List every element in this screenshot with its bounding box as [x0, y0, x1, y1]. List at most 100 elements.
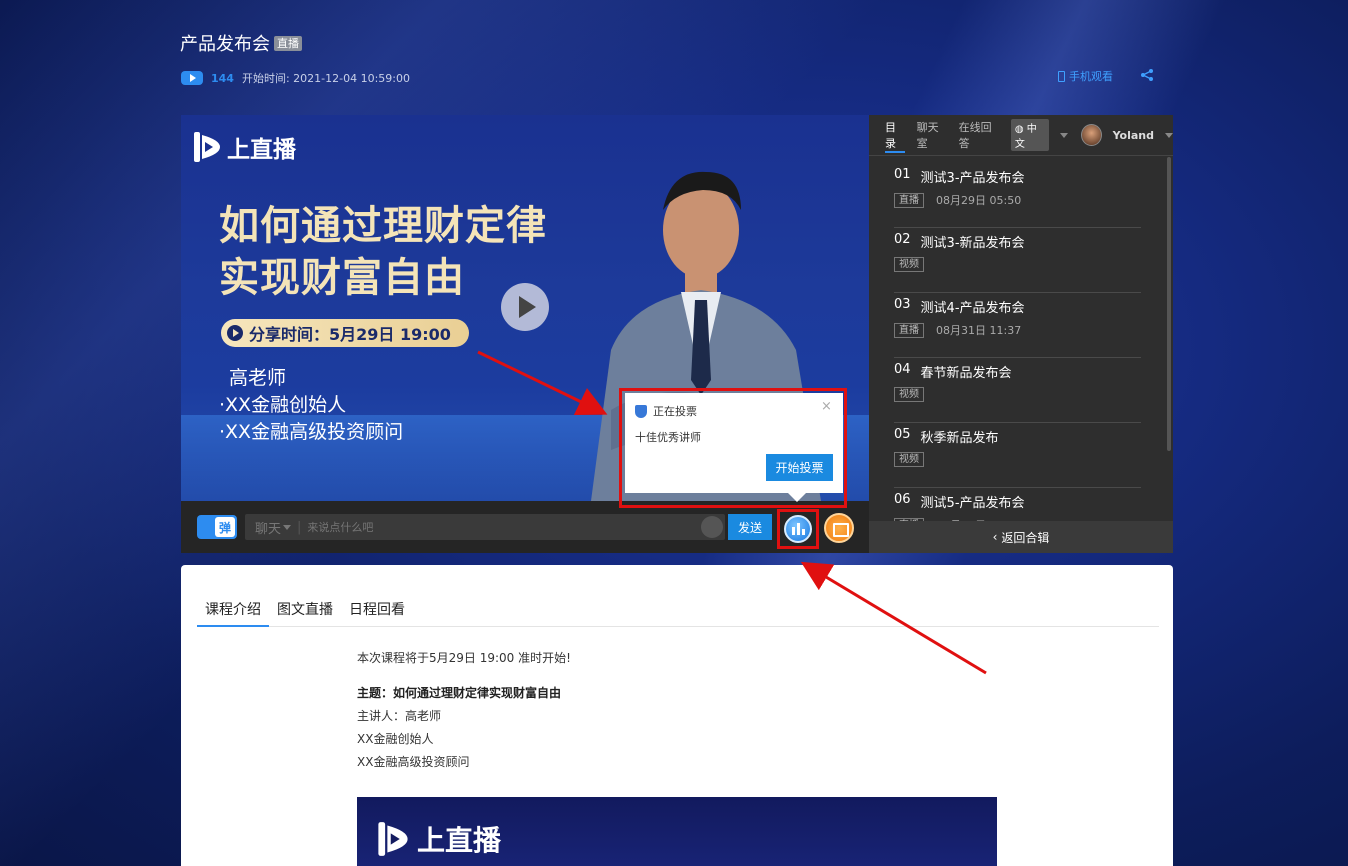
user-name[interactable]: Yoland: [1113, 129, 1154, 142]
language-label: 中文: [1014, 124, 1037, 150]
side-panel: 目录 聊天室 在线回答 ◍ 中文 Yoland 01 测试3-产品发布会 直播 08…: [869, 115, 1173, 553]
chat-input[interactable]: [307, 520, 668, 534]
mobile-watch-link[interactable]: 手机观看: [1058, 68, 1113, 84]
mobile-watch-label: 手机观看: [1069, 70, 1113, 83]
item-number: 05: [894, 427, 911, 442]
tab-chatroom[interactable]: 聊天室: [917, 119, 948, 151]
chat-mode-select[interactable]: 聊天 |: [255, 518, 301, 537]
vote-topic: 十佳优秀讲师: [635, 431, 701, 444]
item-title: 测试3-新品发布会: [920, 236, 1025, 251]
player-control-bar: 弹 聊天 | 发送: [181, 501, 869, 553]
item-number: 06: [894, 492, 911, 507]
item-time: 08月31日 11:37: [936, 324, 1022, 337]
close-icon[interactable]: ×: [821, 399, 832, 414]
danmu-label: 弹: [215, 517, 235, 537]
catalog-list: 01 测试3-产品发布会 直播 08月29日 05:50 02 测试3-新品发布会 视…: [894, 163, 1141, 553]
content-card: 课程介绍 图文直播 日程回看 本次课程将于5月29日 19:00 准时开始! 主…: [181, 565, 1173, 866]
course-banner-image: 上直播: [357, 797, 997, 866]
catalog-item[interactable]: 04 春节新品发布会 视频: [894, 358, 1141, 423]
item-number: 03: [894, 297, 911, 312]
share-icon[interactable]: [1140, 69, 1154, 81]
course-description: 本次课程将于5月29日 19:00 准时开始! 主题：如何通过理财定律实现财富自…: [357, 647, 571, 774]
share-time: 分享时间：5月29日 19:00: [249, 325, 451, 344]
brand-name: 上直播: [227, 137, 296, 163]
video-play-icon: [181, 71, 203, 85]
item-number: 04: [894, 362, 911, 377]
divider: [869, 155, 1173, 156]
teacher-title2: ·XX金融高级投资顾问: [219, 421, 404, 443]
avatar[interactable]: [1080, 124, 1102, 146]
chevron-down-icon[interactable]: [1059, 132, 1068, 138]
teacher-title1: ·XX金融创始人: [219, 394, 347, 416]
banner-brand-name: 上直播: [417, 824, 502, 857]
vote-bar-icon: [791, 527, 795, 535]
item-tag: 视频: [894, 257, 924, 272]
return-collection-button[interactable]: ‹ 返回合辑: [869, 521, 1173, 553]
role2-text: XX金融高级投资顾问: [357, 755, 470, 769]
item-tag: 直播: [894, 322, 924, 338]
catalog-item[interactable]: 01 测试3-产品发布会 直播 08月29日 05:50: [894, 163, 1141, 228]
brand-logo-icon: [194, 132, 220, 162]
item-title: 秋季新品发布: [920, 431, 999, 446]
speaker-text: 主讲人：高老师: [357, 709, 442, 723]
chat-input-box: 聊天 |: [245, 514, 725, 540]
vote-popup: 正在投票 × 十佳优秀讲师 开始投票: [625, 393, 843, 493]
intro-text: 本次课程将于5月29日 19:00 准时开始!: [357, 651, 571, 665]
item-tag: 视频: [894, 452, 924, 467]
teacher-name: 高老师: [229, 367, 287, 389]
banner-brand: 上直播: [377, 819, 501, 859]
share-time-pill: 分享时间：5月29日 19:00: [221, 319, 469, 347]
headline-line1: 如何通过理财定律: [219, 203, 547, 249]
video-brand: 上直播: [193, 130, 296, 164]
item-number: 02: [894, 232, 911, 247]
chevron-left-icon: ‹: [992, 530, 998, 544]
chevron-down-icon[interactable]: [1165, 132, 1173, 138]
teacher-info: 高老师 ·XX金融创始人 ·XX金融高级投资顾问: [219, 365, 403, 446]
play-button[interactable]: [501, 283, 549, 331]
live-badge: 直播: [274, 35, 302, 51]
tab-schedule-replay[interactable]: 日程回看: [341, 599, 413, 627]
send-button[interactable]: 发送: [728, 514, 772, 540]
language-select[interactable]: ◍ 中文: [1010, 119, 1049, 151]
page-title-text: 产品发布会: [180, 34, 270, 55]
catalog-item[interactable]: 03 测试4-产品发布会 直播 08月31日 11:37: [894, 293, 1141, 358]
start-vote-button[interactable]: 开始投票: [766, 454, 833, 481]
tab-catalog[interactable]: 目录: [885, 119, 906, 151]
topic-text: 主题：如何通过理财定律实现财富自由: [357, 686, 562, 700]
item-number: 01: [894, 167, 911, 182]
return-label: 返回合辑: [1001, 530, 1050, 545]
item-tag: 直播: [894, 192, 924, 208]
danmu-toggle[interactable]: 弹: [197, 515, 237, 539]
video-headline: 如何通过理财定律 实现财富自由: [219, 200, 547, 304]
vote-bar-icon: [796, 523, 800, 535]
meta-row: 144 开始时间: 2021-12-04 10:59:00: [181, 70, 410, 86]
vote-button[interactable]: [784, 515, 812, 543]
tab-underline: [885, 151, 905, 153]
play-circle-icon: [227, 325, 243, 341]
catalog-item[interactable]: 05 秋季新品发布 视频: [894, 423, 1141, 488]
catalog-item[interactable]: 02 测试3-新品发布会 视频: [894, 228, 1141, 293]
vote-popup-pointer: [788, 493, 806, 502]
headline-line2: 实现财富自由: [219, 255, 465, 301]
item-title: 测试4-产品发布会: [920, 301, 1025, 316]
page-title: 产品发布会 直播: [180, 30, 302, 56]
item-title: 测试3-产品发布会: [920, 171, 1025, 186]
vote-status: 正在投票: [653, 405, 697, 418]
start-time: 开始时间: 2021-12-04 10:59:00: [241, 72, 410, 85]
scrollbar[interactable]: [1167, 157, 1171, 451]
item-tag: 视频: [894, 387, 924, 402]
side-tabs: 目录 聊天室 在线回答 ◍ 中文 Yoland: [869, 115, 1173, 155]
phone-icon: [1058, 70, 1065, 82]
brand-logo-icon: [378, 822, 408, 856]
role1-text: XX金融创始人: [357, 732, 434, 746]
vote-button-highlight: [777, 509, 819, 549]
item-title: 春节新品发布会: [920, 366, 1012, 381]
tab-course-intro[interactable]: 课程介绍: [197, 599, 269, 627]
tab-graphic-live[interactable]: 图文直播: [269, 599, 341, 627]
gift-button[interactable]: [824, 513, 854, 543]
medal-icon: [635, 404, 647, 418]
tab-online-answer[interactable]: 在线回答: [959, 119, 1000, 151]
emoji-icon[interactable]: [701, 516, 723, 538]
item-time: 08月29日 05:50: [936, 194, 1022, 207]
chat-mode-label: 聊天: [255, 521, 282, 537]
